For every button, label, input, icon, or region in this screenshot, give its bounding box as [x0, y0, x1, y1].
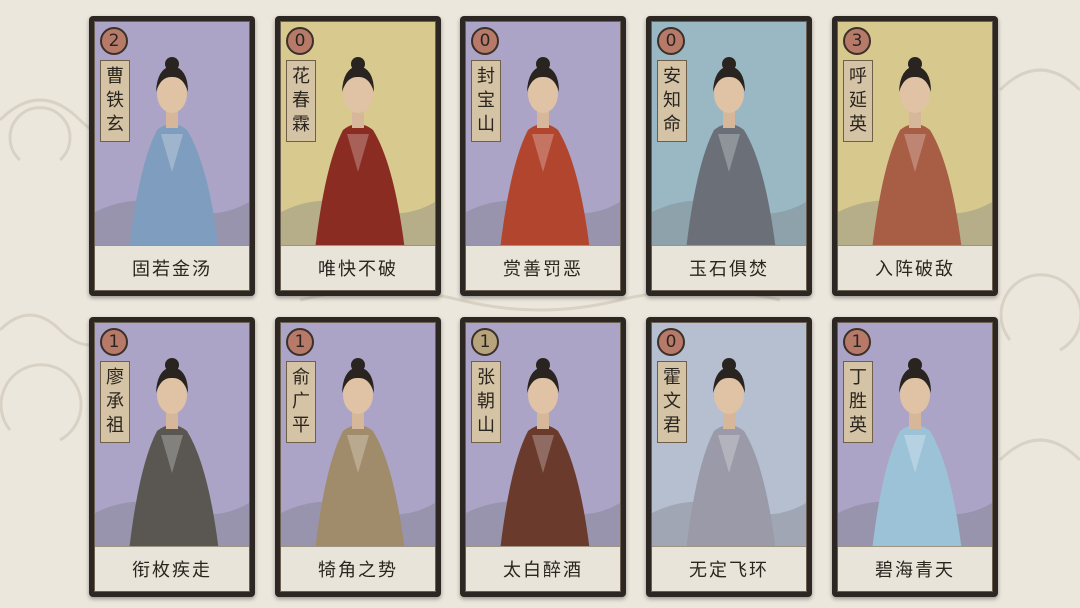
cost-badge: 1 [100, 328, 128, 356]
character-name: 霍文君 [657, 361, 687, 443]
card-inner-frame: 1 丁胜英碧海青天 [837, 322, 993, 592]
cost-badge: 1 [843, 328, 871, 356]
character-card[interactable]: 2 曹铁玄固若金汤 [89, 16, 255, 296]
character-name: 俞广平 [286, 361, 316, 443]
card-inner-frame: 0 花春霖唯快不破 [280, 21, 436, 291]
character-card[interactable]: 1 张朝山太白醉酒 [460, 317, 626, 597]
skill-name: 碧海青天 [838, 546, 992, 591]
cost-badge: 1 [471, 328, 499, 356]
cost-badge: 0 [657, 27, 685, 55]
card-inner-frame: 1 张朝山太白醉酒 [465, 322, 621, 592]
character-card[interactable]: 3 呼延英入阵破敌 [832, 16, 998, 296]
character-card[interactable]: 0 封宝山赏善罚恶 [460, 16, 626, 296]
character-name: 张朝山 [471, 361, 501, 443]
character-card[interactable]: 1 俞广平犄角之势 [275, 317, 441, 597]
cost-badge: 3 [843, 27, 871, 55]
skill-name: 固若金汤 [95, 245, 249, 290]
character-card[interactable]: 1 丁胜英碧海青天 [832, 317, 998, 597]
cost-badge: 0 [657, 328, 685, 356]
character-name: 呼延英 [843, 60, 873, 142]
skill-name: 衔枚疾走 [95, 546, 249, 591]
skill-name: 太白醉酒 [466, 546, 620, 591]
cost-badge: 1 [286, 328, 314, 356]
card-inner-frame: 1 廖承祖衔枚疾走 [94, 322, 250, 592]
character-card[interactable]: 0 花春霖唯快不破 [275, 16, 441, 296]
card-inner-frame: 0 封宝山赏善罚恶 [465, 21, 621, 291]
card-inner-frame: 3 呼延英入阵破敌 [837, 21, 993, 291]
skill-name: 无定飞环 [652, 546, 806, 591]
character-name: 封宝山 [471, 60, 501, 142]
character-card[interactable]: 0 安知命玉石俱焚 [646, 16, 812, 296]
card-inner-frame: 2 曹铁玄固若金汤 [94, 21, 250, 291]
character-card[interactable]: 1 廖承祖衔枚疾走 [89, 317, 255, 597]
skill-name: 赏善罚恶 [466, 245, 620, 290]
cost-badge: 0 [286, 27, 314, 55]
character-name: 廖承祖 [100, 361, 130, 443]
card-inner-frame: 1 俞广平犄角之势 [280, 322, 436, 592]
character-name: 丁胜英 [843, 361, 873, 443]
card-inner-frame: 0 霍文君无定飞环 [651, 322, 807, 592]
card-inner-frame: 0 安知命玉石俱焚 [651, 21, 807, 291]
cost-badge: 2 [100, 27, 128, 55]
skill-name: 唯快不破 [281, 245, 435, 290]
cost-badge: 0 [471, 27, 499, 55]
character-name: 曹铁玄 [100, 60, 130, 142]
character-card[interactable]: 0 霍文君无定飞环 [646, 317, 812, 597]
character-name: 花春霖 [286, 60, 316, 142]
skill-name: 犄角之势 [281, 546, 435, 591]
skill-name: 入阵破敌 [838, 245, 992, 290]
character-name: 安知命 [657, 60, 687, 142]
skill-name: 玉石俱焚 [652, 245, 806, 290]
